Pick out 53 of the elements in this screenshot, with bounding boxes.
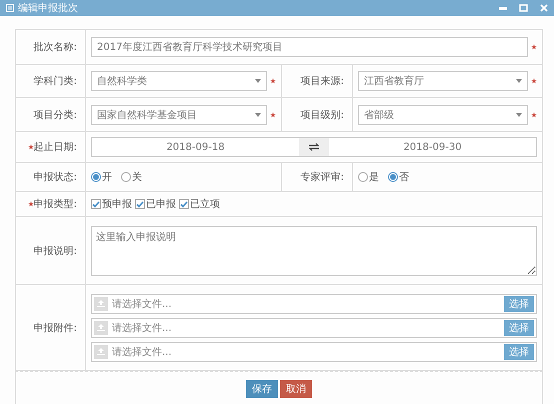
close-icon[interactable] <box>540 4 548 12</box>
file-field[interactable]: 请选择文件... 选择 <box>91 342 537 362</box>
radio-button[interactable] <box>358 172 368 182</box>
save-button[interactable]: 保存 <box>246 380 278 398</box>
file-field[interactable]: 请选择文件... 选择 <box>91 294 537 314</box>
radio-label: 是 <box>369 171 379 184</box>
field-label: 批次名称: <box>34 40 77 54</box>
checkbox-label: 预申报 <box>102 198 132 211</box>
radio-button[interactable] <box>121 172 131 182</box>
caret-icon <box>255 112 261 116</box>
description-field[interactable]: 这里输入申报说明 <box>91 226 537 276</box>
caret-icon <box>516 79 522 83</box>
maximize-icon[interactable] <box>519 4 528 12</box>
radio-button[interactable] <box>388 172 398 182</box>
select-field[interactable]: 江西省教育厅 <box>358 71 528 91</box>
checkbox-label: 已申报 <box>146 198 176 211</box>
upload-icon <box>97 348 105 355</box>
field-label: 申报类型: <box>34 198 77 211</box>
select-field[interactable]: 国家自然科学基金项目 <box>91 104 267 124</box>
date-range-field[interactable]: 2018-09-18 2018-09-30 <box>91 137 537 157</box>
field-label: 项目级别: <box>300 108 344 122</box>
caret-icon <box>516 112 522 116</box>
name-field[interactable]: 2017年度江西省教育厅科学技术研究项目 <box>91 37 528 57</box>
field-label: 学科门类: <box>34 74 77 88</box>
field-label: 专家评审: <box>300 170 344 184</box>
checkbox[interactable] <box>135 199 145 209</box>
upload-icon <box>97 300 105 307</box>
cancel-button[interactable]: 取消 <box>280 380 312 398</box>
field-label: 申报说明: <box>34 244 77 258</box>
radio-label: 关 <box>132 170 142 184</box>
file-field[interactable]: 请选择文件... 选择 <box>91 318 537 338</box>
upload-icon <box>97 324 105 331</box>
minimize-icon[interactable] <box>499 6 507 10</box>
field-label: 申报状态: <box>34 170 77 184</box>
select-field[interactable]: 省部级 <box>358 104 528 124</box>
swap-icon <box>309 143 319 151</box>
choose-button[interactable]: 选择 <box>504 320 534 336</box>
choose-button[interactable]: 选择 <box>504 344 534 360</box>
caret-icon <box>255 79 261 83</box>
checkbox[interactable] <box>91 199 101 209</box>
window-icon <box>6 4 14 12</box>
radio-button[interactable] <box>91 172 101 182</box>
choose-button[interactable]: 选择 <box>504 296 534 312</box>
window-title: 编辑申报批次 <box>18 2 79 15</box>
field-label: 项目分类: <box>34 108 77 122</box>
checkbox[interactable] <box>179 199 189 209</box>
checkbox-label: 已立项 <box>190 198 220 211</box>
radio-label: 否 <box>399 171 409 184</box>
select-field[interactable]: 自然科学类 <box>91 71 267 91</box>
radio-label: 开 <box>102 171 112 184</box>
field-label: 申报附件: <box>34 322 77 334</box>
field-label: 起止日期: <box>34 140 77 154</box>
field-label: 项目来源: <box>300 74 344 88</box>
